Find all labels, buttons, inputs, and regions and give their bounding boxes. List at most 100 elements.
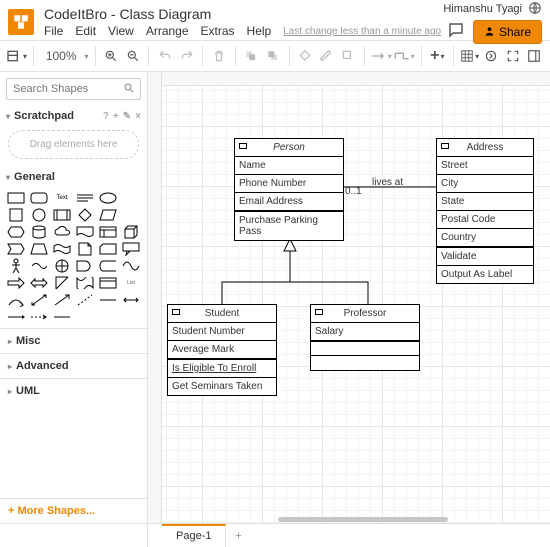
shape-list[interactable]: List: [121, 276, 141, 290]
shape-cube[interactable]: [121, 225, 141, 239]
search-input[interactable]: [6, 78, 141, 100]
view-button[interactable]: ▾: [6, 44, 27, 68]
shape-line-arrow[interactable]: [6, 310, 26, 324]
shape-cylinder[interactable]: [29, 225, 49, 239]
shape-line-bi[interactable]: [121, 293, 141, 307]
shape-parallelogram[interactable]: [98, 208, 118, 222]
shape-step[interactable]: [6, 242, 26, 256]
search-icon[interactable]: [123, 82, 135, 97]
line-color-icon[interactable]: [317, 44, 337, 68]
menu-view[interactable]: View: [108, 24, 134, 38]
shape-and[interactable]: [75, 259, 95, 273]
zoom-in-icon[interactable]: [101, 44, 121, 68]
shape-process[interactable]: [52, 208, 72, 222]
fullscreen-icon[interactable]: [503, 44, 523, 68]
globe-icon[interactable]: [528, 1, 542, 18]
zoom-out-icon[interactable]: [123, 44, 143, 68]
shape-internal[interactable]: [98, 225, 118, 239]
document-title[interactable]: CodeItBro - Class Diagram: [44, 6, 443, 22]
undo-icon[interactable]: [155, 44, 175, 68]
add-icon[interactable]: +: [113, 111, 119, 122]
shape-arrow2[interactable]: [6, 276, 26, 290]
shape-flag[interactable]: [75, 276, 95, 290]
shape-line-dashed[interactable]: [29, 310, 49, 324]
shape-rounded[interactable]: [29, 191, 49, 205]
class-professor[interactable]: Professor Salary: [310, 304, 420, 371]
menu-arrange[interactable]: Arrange: [146, 24, 189, 38]
redo-icon[interactable]: [177, 44, 197, 68]
advanced-section[interactable]: ▸Advanced: [0, 353, 147, 378]
shape-callout[interactable]: [121, 242, 141, 256]
shape-note[interactable]: [75, 242, 95, 256]
shape-trapezoid[interactable]: [29, 242, 49, 256]
shape-ellipse[interactable]: [98, 191, 118, 205]
menu-file[interactable]: File: [44, 24, 63, 38]
uml-section[interactable]: ▸UML: [0, 378, 147, 403]
connection-icon[interactable]: ▾: [371, 44, 392, 68]
format-panel-icon[interactable]: [525, 44, 545, 68]
shape-blank2[interactable]: [121, 208, 141, 222]
general-section[interactable]: ▾ General: [0, 167, 147, 187]
shape-or[interactable]: [52, 259, 72, 273]
shape-biarrow2[interactable]: [29, 276, 49, 290]
shape-line[interactable]: [98, 293, 118, 307]
op: Is Eligible To Enroll: [168, 360, 276, 378]
shape-half[interactable]: [52, 276, 72, 290]
add-page-button[interactable]: +: [226, 530, 250, 542]
to-front-icon[interactable]: [241, 44, 261, 68]
shape-curve[interactable]: [6, 293, 26, 307]
class-address[interactable]: Address Street City State Postal Code Co…: [436, 138, 534, 284]
to-back-icon[interactable]: [263, 44, 283, 68]
app-logo[interactable]: [8, 9, 34, 35]
share-button[interactable]: Share: [473, 20, 542, 44]
shape-card[interactable]: [98, 242, 118, 256]
waypoint-icon[interactable]: ▾: [394, 44, 415, 68]
class-student[interactable]: Student Student Number Average Mark Is E…: [167, 304, 277, 396]
canvas[interactable]: lives at 0..1 Person Name Phone Number E…: [148, 72, 550, 523]
shape-arrow-open[interactable]: [52, 293, 72, 307]
fill-icon[interactable]: [295, 44, 315, 68]
table-icon[interactable]: ▾: [460, 44, 480, 68]
shape-square[interactable]: [6, 208, 26, 222]
more-shapes-button[interactable]: + More Shapes...: [0, 498, 147, 523]
shape-dashed[interactable]: [75, 293, 95, 307]
edit-icon[interactable]: ✎: [123, 111, 131, 122]
shape-diamond[interactable]: [75, 208, 95, 222]
shape-container[interactable]: [98, 276, 118, 290]
expand-icon[interactable]: [481, 44, 501, 68]
scratchpad-section[interactable]: ▾ Scratchpad ?+✎×: [0, 106, 147, 126]
menu-extras[interactable]: Extras: [201, 24, 235, 38]
shape-actor[interactable]: [6, 259, 26, 273]
user-name[interactable]: Himanshu Tyagi: [443, 3, 522, 15]
class-title: Student: [205, 308, 239, 319]
shape-blank[interactable]: [121, 191, 141, 205]
shape-document[interactable]: [75, 225, 95, 239]
shape-tape[interactable]: [52, 242, 72, 256]
close-icon[interactable]: ×: [135, 111, 141, 122]
shape-biarrow[interactable]: [29, 293, 49, 307]
last-change[interactable]: Last change less than a minute ago: [283, 26, 441, 37]
horizontal-scrollbar[interactable]: [278, 517, 448, 522]
menu-edit[interactable]: Edit: [75, 24, 96, 38]
zoom-level[interactable]: 100%: [40, 44, 83, 68]
shape-rect[interactable]: [6, 191, 26, 205]
menu-help[interactable]: Help: [247, 24, 272, 38]
comment-icon[interactable]: [447, 21, 465, 42]
page-tab[interactable]: Page-1: [162, 524, 226, 547]
shape-circle[interactable]: [29, 208, 49, 222]
scratchpad-dropzone[interactable]: Drag elements here: [8, 130, 139, 159]
class-person[interactable]: Person Name Phone Number Email Address P…: [234, 138, 344, 241]
shape-textbox[interactable]: [75, 191, 95, 205]
shape-cloud[interactable]: [52, 225, 72, 239]
shape-curly[interactable]: [29, 259, 49, 273]
shape-text[interactable]: Text: [52, 191, 72, 205]
delete-icon[interactable]: [209, 44, 229, 68]
shadow-icon[interactable]: [338, 44, 358, 68]
help-icon[interactable]: ?: [103, 111, 109, 122]
add-icon[interactable]: +▾: [428, 44, 448, 68]
shape-hexagon[interactable]: [6, 225, 26, 239]
shape-sine[interactable]: [121, 259, 141, 273]
misc-section[interactable]: ▸Misc: [0, 328, 147, 353]
shape-datastore[interactable]: [98, 259, 118, 273]
shape-line-plain[interactable]: [52, 310, 72, 324]
